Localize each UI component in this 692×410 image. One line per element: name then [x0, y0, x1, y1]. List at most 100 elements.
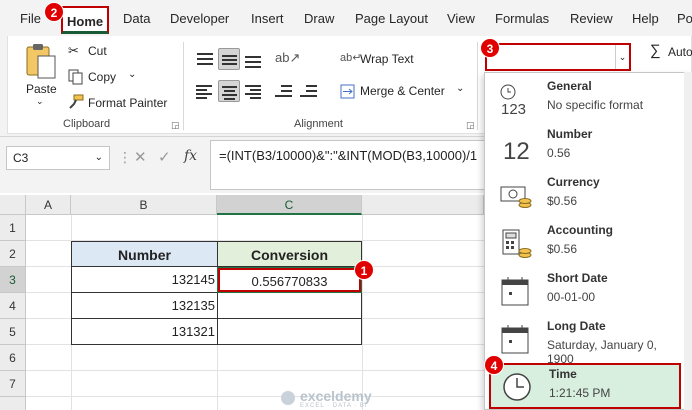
column-header-c[interactable]: C — [217, 195, 362, 215]
copy-button[interactable]: Copy ⌄ — [68, 68, 148, 86]
enter-check-icon[interactable]: ✓ — [158, 148, 171, 166]
row-header-8[interactable] — [0, 397, 26, 410]
formula-controls: ⋮ ✕ ✓ fx — [118, 146, 208, 170]
format-option-long-date[interactable]: Long Date Saturday, January 0, 1900 — [485, 317, 681, 366]
sigma-icon: ∑ — [650, 42, 661, 59]
cancel-icon[interactable]: ✕ — [134, 148, 147, 166]
align-bottom-button[interactable] — [242, 48, 264, 70]
insert-function-icon[interactable]: fx — [184, 148, 197, 164]
dropdown-scrollbar[interactable] — [684, 72, 692, 410]
menu-page-layout[interactable]: Page Layout — [355, 0, 428, 36]
watermark-name: exceldemy — [300, 388, 372, 404]
menu-power[interactable]: Po — [677, 0, 692, 36]
step-badge-1: 1 — [354, 260, 374, 280]
select-all-corner[interactable] — [0, 195, 26, 215]
format-option-sample: No specific format — [547, 98, 644, 112]
row-header-1[interactable]: 1 — [0, 215, 26, 241]
autosum-label: Auto — [668, 45, 692, 59]
row-header-7[interactable]: 7 — [0, 371, 26, 397]
align-middle-button[interactable] — [218, 48, 240, 70]
paste-icon — [26, 44, 56, 79]
cell-b4[interactable]: 132135 — [75, 294, 215, 318]
merge-center-icon — [340, 84, 355, 99]
copy-label: Copy — [88, 70, 117, 84]
scissors-icon: ✂ — [68, 43, 79, 58]
cut-button[interactable]: ✂ Cut — [68, 43, 118, 61]
menu-formulas[interactable]: Formulas — [495, 0, 549, 36]
menu-home[interactable]: Home — [61, 6, 110, 34]
wrap-text-icon: ab↵ — [340, 52, 362, 64]
menu-review[interactable]: Review — [570, 0, 613, 36]
format-option-short-date[interactable]: Short Date 00-01-00 — [485, 269, 681, 315]
format-option-sample: $0.56 — [547, 242, 578, 256]
cell-b5[interactable]: 131321 — [75, 320, 215, 344]
format-option-accounting[interactable]: Accounting $0.56 — [485, 221, 681, 267]
ribbon-separator — [477, 42, 478, 130]
row-header-6[interactable]: 6 — [0, 345, 26, 371]
merge-chevron-icon[interactable]: ⌄ — [456, 83, 464, 94]
general-123-icon: 123 — [499, 83, 533, 118]
menu-developer[interactable]: Developer — [170, 0, 229, 36]
format-option-general[interactable]: 123 General No specific format — [485, 77, 681, 123]
cell-c4[interactable] — [219, 294, 359, 318]
row-header-2[interactable]: 2 — [0, 241, 26, 267]
row-header-4[interactable]: 4 — [0, 293, 26, 319]
format-option-sample: 00-01-00 — [547, 290, 596, 304]
format-option-time[interactable]: Time 1:21:45 PM — [489, 363, 681, 409]
format-option-title: Number — [547, 127, 593, 141]
format-option-title: Long Date — [547, 319, 606, 333]
wrap-text-label: Wrap Text — [360, 52, 414, 66]
number-12-icon: 12 — [499, 131, 533, 165]
wrap-text-button[interactable]: ab↵ Wrap Text — [340, 50, 440, 70]
orientation-button[interactable]: ab↗ — [275, 48, 301, 70]
name-box[interactable]: C3 ⌄ — [6, 146, 110, 170]
row-header-3[interactable]: 3 — [0, 267, 26, 293]
format-painter-button[interactable]: Format Painter — [68, 94, 178, 112]
paste-button[interactable]: Paste ⌄ — [20, 42, 62, 107]
table-header-conversion[interactable]: Conversion — [217, 241, 362, 267]
copy-icon — [68, 69, 83, 85]
svg-text:123: 123 — [501, 101, 526, 117]
alignment-launcher-icon[interactable]: ◲ — [466, 120, 475, 131]
merge-center-label: Merge & Center — [360, 84, 445, 98]
align-right-button[interactable] — [242, 80, 264, 102]
increase-indent-button[interactable] — [297, 80, 319, 102]
merge-center-button[interactable]: Merge & Center ⌄ — [340, 82, 470, 102]
autosum-button[interactable]: ∑ Auto — [650, 42, 692, 62]
format-option-title: Short Date — [547, 271, 608, 285]
clipboard-launcher-icon[interactable]: ◲ — [171, 120, 180, 131]
gridline — [362, 215, 363, 410]
column-header-d[interactable] — [362, 195, 484, 215]
column-header-a[interactable]: A — [26, 195, 71, 215]
menu-view[interactable]: View — [447, 0, 475, 36]
orientation-icon: ab↗ — [275, 50, 301, 65]
row-header-5[interactable]: 5 — [0, 319, 26, 345]
name-box-chevron-icon[interactable]: ⌄ — [95, 147, 103, 169]
name-box-value: C3 — [13, 151, 29, 165]
cell-c5[interactable] — [219, 320, 359, 344]
format-option-title: Accounting — [547, 223, 613, 237]
format-painter-icon — [69, 94, 84, 109]
cell-c3[interactable]: 0.556770833 — [217, 267, 362, 293]
column-header-b[interactable]: B — [71, 195, 217, 215]
decrease-indent-button[interactable] — [272, 80, 294, 102]
align-center-button[interactable] — [218, 80, 240, 102]
number-format-chevron-icon[interactable]: ⌄ — [615, 45, 629, 69]
align-top-button[interactable] — [194, 48, 216, 70]
exceldemy-logo-icon — [281, 391, 295, 405]
menu-insert[interactable]: Insert — [251, 0, 284, 36]
menu-data[interactable]: Data — [123, 0, 150, 36]
format-option-sample: 0.56 — [547, 146, 571, 160]
format-option-sample: Saturday, January 0, 1900 — [547, 338, 657, 366]
menu-help[interactable]: Help — [632, 0, 659, 36]
cell-b3[interactable]: 132145 — [75, 268, 215, 292]
copy-chevron-icon[interactable]: ⌄ — [128, 69, 136, 80]
menu-file[interactable]: File — [20, 0, 41, 36]
format-option-currency[interactable]: Currency $0.56 — [485, 173, 681, 219]
paste-chevron-icon[interactable]: ⌄ — [36, 96, 44, 107]
menu-draw[interactable]: Draw — [304, 0, 334, 36]
number-format-combo[interactable]: ⌄ — [485, 43, 631, 71]
table-header-number[interactable]: Number — [71, 241, 218, 267]
align-left-button[interactable] — [194, 80, 216, 102]
format-option-number[interactable]: 12 Number 0.56 — [485, 125, 681, 171]
